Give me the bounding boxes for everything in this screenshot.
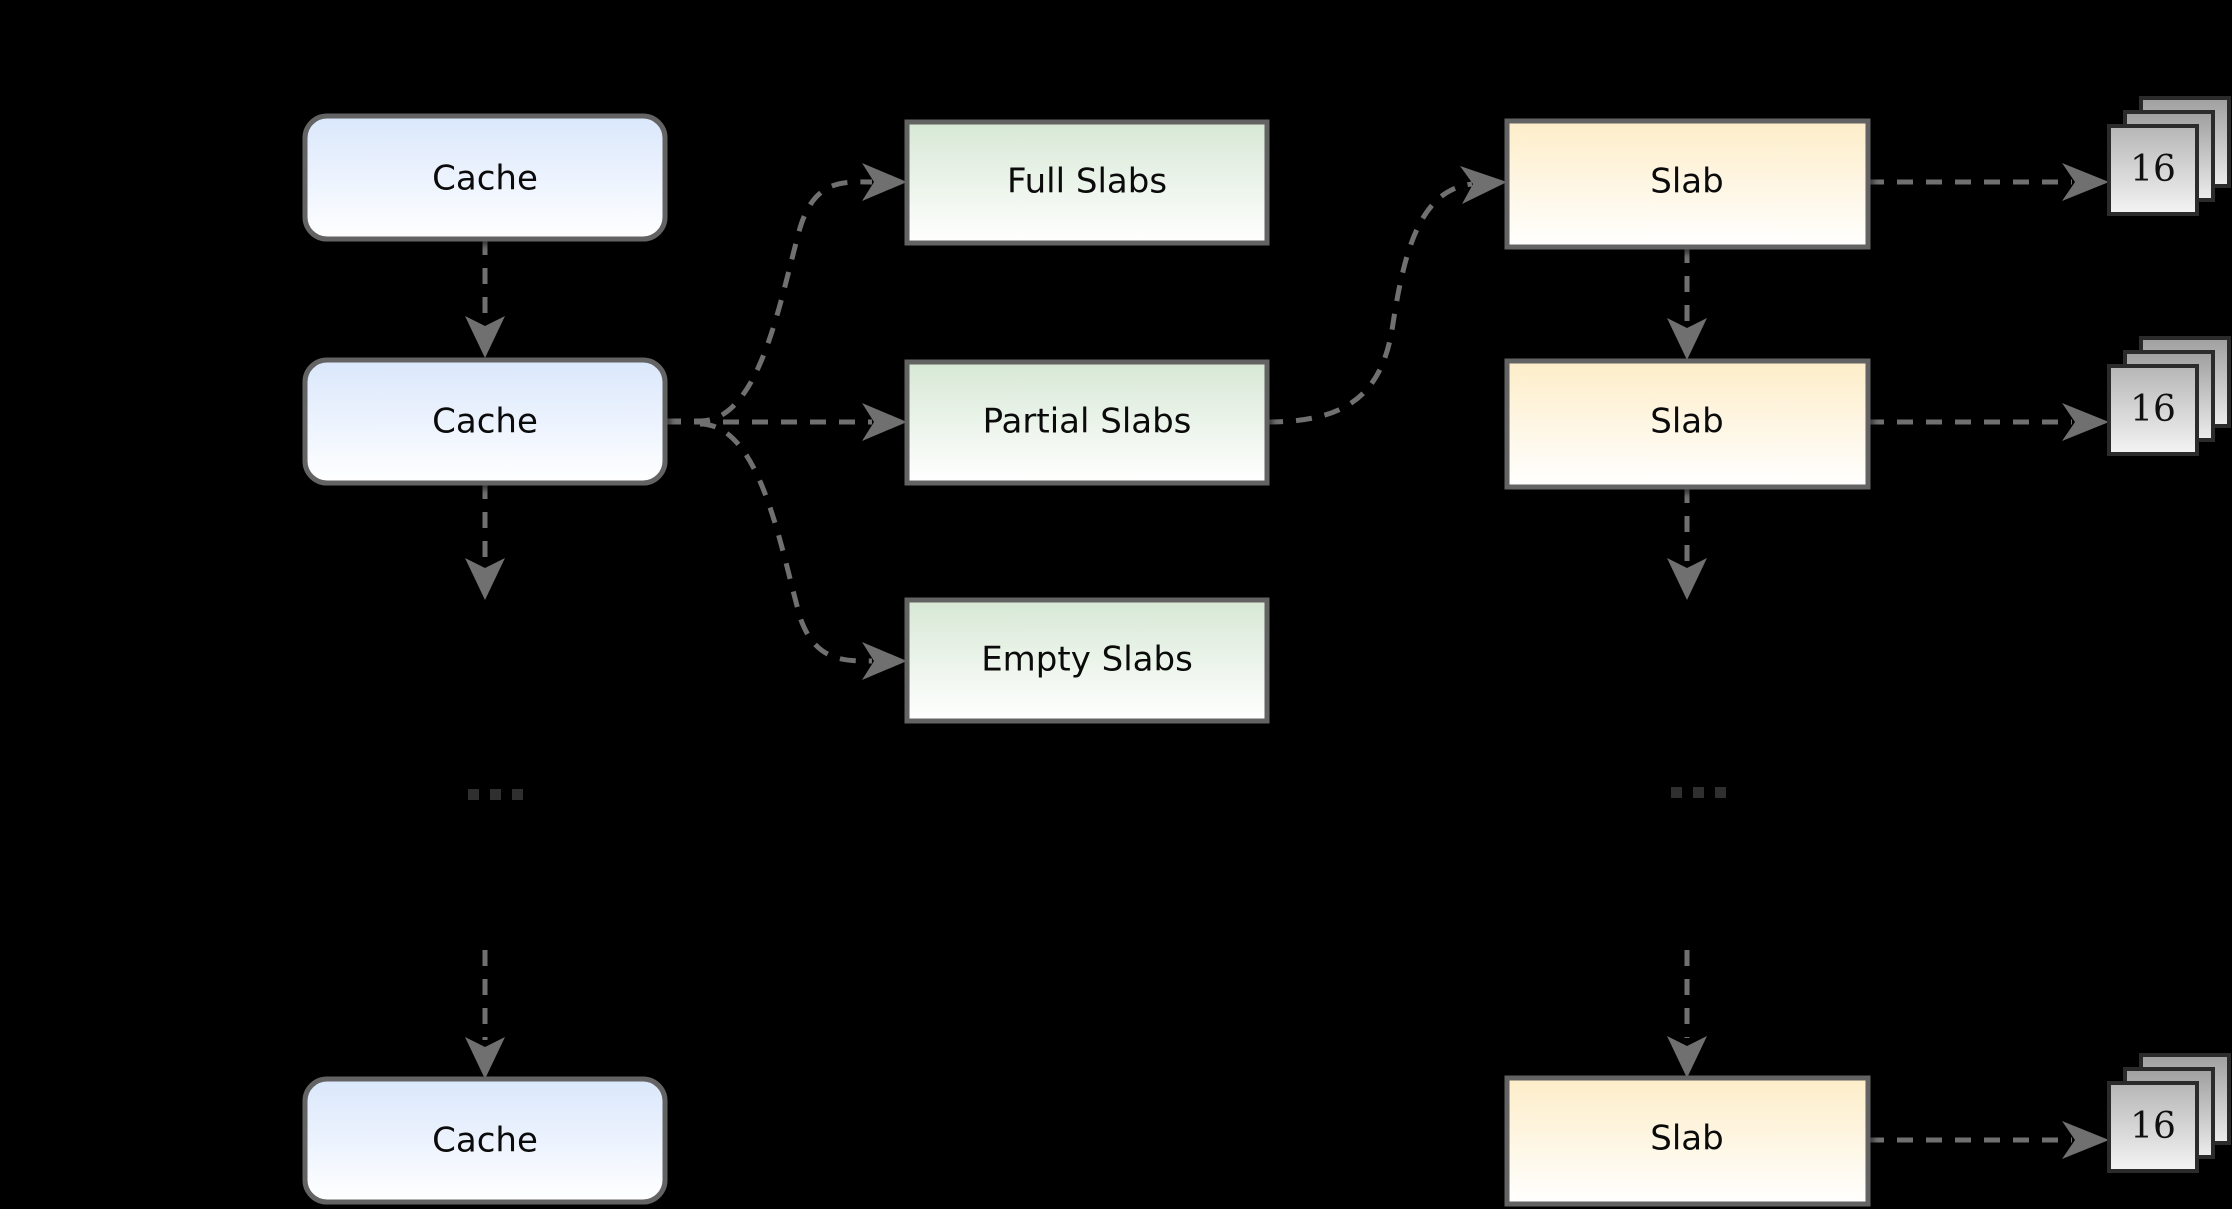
slab-node-1[interactable]: Slab [1504, 118, 1871, 250]
object-stack-2[interactable]: 16 [2107, 336, 2231, 456]
object-stack-1-label: 16 [2130, 149, 2176, 190]
object-stack-2-label: 16 [2130, 389, 2176, 430]
slab-ellipsis-dot-3 [1715, 787, 1726, 798]
cache-node-2[interactable]: Cache [302, 357, 668, 486]
edge-partial-slabs-to-slab1 [1266, 166, 1507, 425]
slab-node-3[interactable]: Slab [1504, 1075, 1871, 1207]
slab-list-node-empty[interactable]: Empty Slabs [904, 597, 1270, 724]
slab-ellipsis [1671, 787, 1726, 798]
slab-node-2[interactable]: Slab [1504, 358, 1871, 490]
edge-ellipsis-to-cache3 [465, 950, 505, 1079]
slab-list-node-partial[interactable]: Partial Slabs [904, 359, 1270, 486]
edge-slab3-to-objects3 [1868, 1121, 2109, 1159]
edge-slab2-to-objects2 [1868, 403, 2109, 441]
cache-node-1-label: Cache [432, 159, 538, 199]
slab-list-node-empty-label: Empty Slabs [981, 640, 1193, 680]
object-stacks-group: 16 16 16 [2107, 96, 2231, 1173]
slab-ellipsis-dot-1 [1671, 787, 1682, 798]
object-stack-1[interactable]: 16 [2107, 96, 2231, 216]
cache-node-1[interactable]: Cache [302, 113, 668, 242]
slab-list-nodes-group: Full Slabs Partial Slabs Empty Slabs [904, 119, 1270, 724]
edge-cache2-down [465, 483, 505, 600]
cache-ellipsis-dot-2 [490, 789, 501, 800]
slab-ellipsis-dot-2 [1693, 787, 1704, 798]
cache-ellipsis-dot-1 [468, 789, 479, 800]
cache-ellipsis [468, 789, 523, 800]
edge-cache1-to-cache2 [465, 239, 505, 358]
slab-node-1-label: Slab [1650, 162, 1723, 202]
edge-slab2-down [1667, 487, 1707, 600]
cache-node-2-label: Cache [432, 402, 538, 442]
cache-node-3-label: Cache [432, 1121, 538, 1161]
object-stack-3[interactable]: 16 [2107, 1053, 2231, 1173]
cache-ellipsis-dot-3 [512, 789, 523, 800]
slab-list-node-full[interactable]: Full Slabs [904, 119, 1270, 246]
object-stack-3-label: 16 [2130, 1106, 2176, 1147]
edge-slab1-to-objects1 [1868, 163, 2109, 201]
slab-node-3-label: Slab [1650, 1119, 1723, 1159]
edge-cache2-to-full-slabs [665, 163, 907, 424]
slab-list-node-full-label: Full Slabs [1007, 162, 1167, 202]
edges-group [465, 163, 2109, 1159]
diagram-canvas: Cache Cache Cache Full Slabs Partial Sla… [0, 0, 2232, 1209]
edge-cache2-to-empty-slabs [699, 421, 907, 680]
edge-slab-ellipsis-to-slab3 [1667, 950, 1707, 1078]
edge-slab1-to-slab2 [1667, 247, 1707, 360]
cache-node-3[interactable]: Cache [302, 1076, 668, 1205]
slab-node-2-label: Slab [1650, 402, 1723, 442]
diagram-svg: Cache Cache Cache Full Slabs Partial Sla… [302, 96, 2231, 1207]
slab-list-node-partial-label: Partial Slabs [983, 402, 1192, 442]
